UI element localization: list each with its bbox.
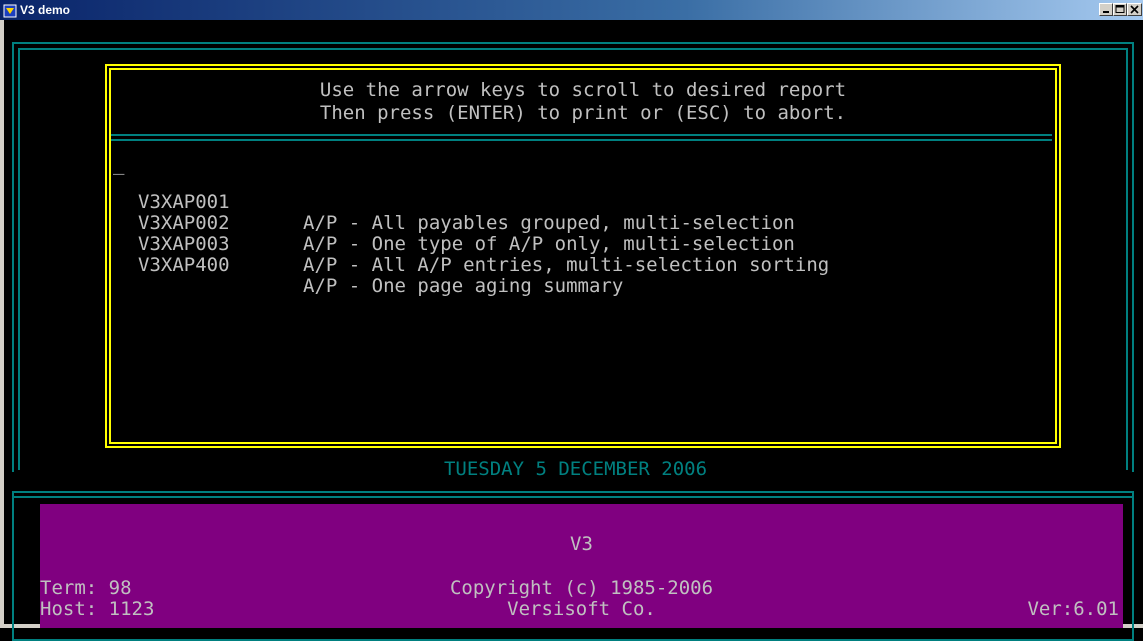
report-item-v3xap001[interactable]: _ V3XAP001 A/P - All payables grouped, m… bbox=[112, 150, 1052, 234]
minimize-icon bbox=[1103, 11, 1109, 13]
report-item-v3xap003[interactable]: V3XAP003 A/P - All A/P entries, multi-se… bbox=[112, 192, 1052, 276]
status-banner: V3 Copyright (c) 1985-2006 Versisoft Co.… bbox=[40, 504, 1123, 628]
window-title: V3 demo bbox=[20, 3, 71, 17]
report-list: _ V3XAP001 A/P - All payables grouped, m… bbox=[112, 150, 1052, 297]
copyright-line: Copyright (c) 1985-2006 bbox=[449, 577, 714, 599]
report-description: A/P - One type of A/P only, multi-select… bbox=[303, 233, 795, 255]
terminal-number: Term: 98 bbox=[40, 577, 132, 599]
report-description: A/P - All A/P entries, multi-selection s… bbox=[303, 254, 830, 276]
instruction-separator-2 bbox=[111, 139, 1052, 141]
terminal-screen[interactable]: Use the arrow keys to scroll to desired … bbox=[0, 20, 1143, 641]
current-date: TUESDAY 5 DECEMBER 2006 bbox=[443, 458, 708, 480]
instruction-separator bbox=[111, 134, 1052, 136]
company-name: Versisoft Co. bbox=[507, 598, 656, 620]
banner-title: V3 bbox=[570, 533, 593, 555]
report-item-v3xap400[interactable]: V3XAP400 A/P - One page aging summary bbox=[112, 213, 1052, 297]
title-bar[interactable]: V3 demo bbox=[0, 0, 1143, 20]
report-code: V3XAP400 bbox=[138, 254, 230, 276]
app-icon[interactable] bbox=[3, 3, 17, 18]
report-description: A/P - One page aging summary bbox=[303, 275, 624, 297]
instruction-line-1: Use the arrow keys to scroll to desired … bbox=[319, 79, 847, 101]
report-item-v3xap002[interactable]: V3XAP002 A/P - One type of A/P only, mul… bbox=[112, 171, 1052, 255]
version-label: Ver:6.01 bbox=[1027, 598, 1119, 620]
close-icon bbox=[1130, 5, 1139, 14]
instruction-line-2: Then press (ENTER) to print or (ESC) to … bbox=[319, 102, 847, 124]
close-button[interactable] bbox=[1127, 3, 1142, 16]
maximize-button[interactable] bbox=[1113, 3, 1127, 16]
maximize-icon bbox=[1115, 5, 1125, 13]
host-number: Host: 1123 bbox=[40, 598, 155, 620]
minimize-button[interactable] bbox=[1099, 3, 1113, 16]
